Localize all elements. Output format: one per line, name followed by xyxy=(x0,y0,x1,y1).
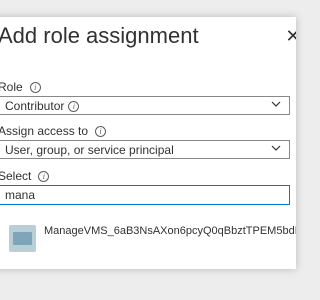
assign-access-value: User, group, or service principal xyxy=(5,143,174,157)
select-search-input[interactable] xyxy=(5,188,275,202)
role-label-row: Role i xyxy=(0,80,41,94)
info-icon[interactable]: i xyxy=(68,101,80,112)
result-item-name: ManageVMS_6aB3NsAXon6pcyQ0qBbztTPEM5bdR0… xyxy=(44,225,296,237)
close-icon[interactable]: ✕ xyxy=(284,27,296,45)
info-icon[interactable]: i xyxy=(95,126,107,137)
add-role-assignment-panel: Add role assignment ✕ Role i Contributor i… xyxy=(0,17,296,269)
info-icon[interactable]: i xyxy=(38,171,50,182)
assign-access-label: Assign access to xyxy=(0,124,89,138)
role-label: Role xyxy=(0,80,23,94)
app-registration-icon xyxy=(9,225,36,252)
select-label-row: Select i xyxy=(0,169,50,183)
info-icon[interactable]: i xyxy=(29,82,41,93)
role-value-row: Contributor i xyxy=(5,99,80,113)
select-label: Select xyxy=(0,169,32,183)
assign-access-label-row: Assign access to i xyxy=(0,124,107,138)
role-value: Contributor xyxy=(5,99,65,113)
chevron-down-icon xyxy=(271,145,281,151)
app-registration-icon-inner xyxy=(13,232,32,245)
assign-access-dropdown[interactable]: User, group, or service principal xyxy=(0,140,290,159)
select-search-field[interactable] xyxy=(0,185,290,205)
result-item[interactable]: ManageVMS_6aB3NsAXon6pcyQ0qBbztTPEM5bdR0… xyxy=(0,219,296,255)
role-dropdown[interactable]: Contributor i xyxy=(0,96,290,115)
chevron-down-icon xyxy=(271,101,281,107)
panel-title: Add role assignment xyxy=(0,23,199,48)
